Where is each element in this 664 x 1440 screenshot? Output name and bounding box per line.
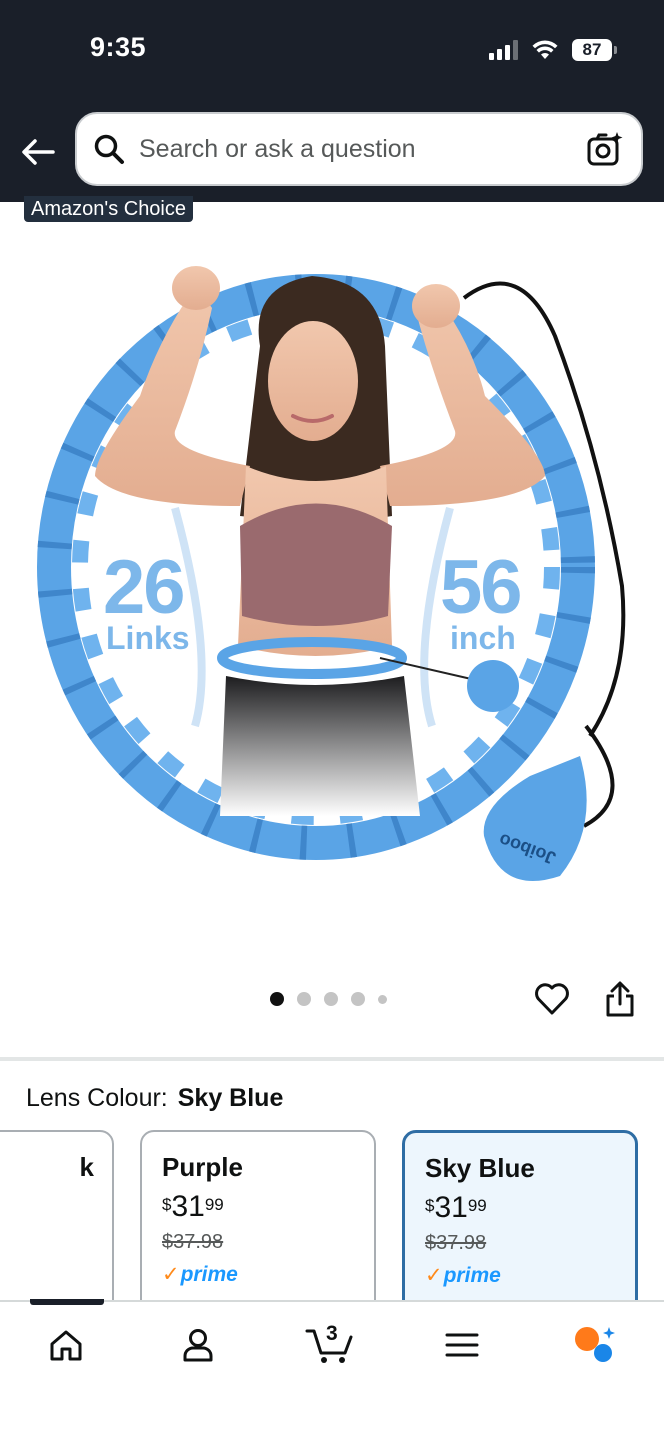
- section-divider: [0, 1057, 664, 1061]
- sports-bra: [240, 503, 392, 626]
- nav-rufus[interactable]: [562, 1320, 626, 1370]
- prime-badge: ✓ prime: [425, 1263, 501, 1288]
- variation-label: Lens Colour:: [26, 1084, 168, 1112]
- battery-icon: 87: [572, 39, 617, 61]
- active-tab-indicator: [30, 1299, 104, 1305]
- wifi-icon: [532, 40, 558, 59]
- arrow-left-icon: [22, 139, 55, 165]
- carousel-dot-5[interactable]: [378, 994, 387, 1004]
- variation-option-partial[interactable]: k: [0, 1130, 114, 1310]
- search-input[interactable]: [139, 134, 585, 164]
- heart-icon: [535, 983, 569, 1015]
- option-price: $ 31 99: [162, 1190, 224, 1223]
- search-bar[interactable]: [75, 112, 643, 186]
- nav-account[interactable]: [166, 1320, 230, 1370]
- option-name: k: [79, 1152, 94, 1182]
- carousel-dot-3[interactable]: [324, 992, 338, 1006]
- home-icon: [50, 1330, 82, 1361]
- menu-icon: [445, 1333, 479, 1357]
- links-number: 26: [103, 545, 186, 630]
- add-to-list-button[interactable]: [530, 977, 574, 1021]
- prime-check-icon: ✓: [425, 1264, 443, 1287]
- carousel-dot-2[interactable]: [297, 992, 311, 1006]
- cellular-signal-icon: [489, 40, 518, 60]
- nav-menu[interactable]: [430, 1320, 494, 1370]
- amazons-choice-badge: Amazon's Choice: [24, 196, 193, 222]
- status-time: 9:35: [90, 32, 147, 62]
- search-icon: [94, 134, 124, 164]
- share-icon: [606, 981, 634, 1017]
- option-name: Sky Blue: [425, 1153, 535, 1183]
- inch-number: 56: [440, 545, 523, 630]
- back-button[interactable]: [18, 132, 58, 172]
- nav-cart[interactable]: 3: [298, 1320, 362, 1370]
- product-image[interactable]: 26 Links 56 inch Joiboo: [0, 226, 664, 946]
- bottom-navigation: 3: [0, 1299, 664, 1440]
- prime-badge: ✓ prime: [162, 1262, 238, 1287]
- share-button[interactable]: [598, 977, 642, 1021]
- option-name: Purple: [162, 1152, 243, 1182]
- prime-check-icon: ✓: [162, 1263, 180, 1286]
- account-icon: [183, 1329, 213, 1362]
- links-label: Links: [106, 620, 190, 656]
- rufus-assistant-icon: [575, 1327, 615, 1362]
- option-price: $ 31 99: [425, 1191, 487, 1224]
- nav-home[interactable]: [34, 1320, 98, 1370]
- carousel-dot-4[interactable]: [351, 992, 365, 1006]
- camera-search-button[interactable]: [585, 129, 625, 169]
- option-list-price: $37.98: [162, 1231, 224, 1253]
- variation-option-sky-blue[interactable]: Sky Blue $ 31 99 $37.98 ✓ prime: [402, 1130, 638, 1310]
- variation-option-purple[interactable]: Purple $ 31 99 $37.98 ✓ prime: [140, 1130, 376, 1310]
- hula-hoop-illustration: [37, 266, 626, 881]
- top-bar: 9:35 87: [0, 0, 664, 202]
- cart-count-badge: 3: [326, 1322, 338, 1345]
- variation-options: k Purple $ 31 99 $37.98 ✓ prime Sky Blue …: [0, 1130, 664, 1310]
- image-carousel-dots: [270, 992, 387, 1006]
- variation-selected-value: Sky Blue: [177, 1084, 284, 1112]
- option-list-price: $37.98: [425, 1232, 487, 1254]
- carousel-dot-1[interactable]: [270, 992, 284, 1006]
- status-icons: 87: [489, 36, 617, 64]
- variation-label-row: Lens Colour: Sky Blue: [26, 1084, 283, 1113]
- inch-label: inch: [450, 620, 516, 656]
- camera-search-icon: [587, 132, 623, 166]
